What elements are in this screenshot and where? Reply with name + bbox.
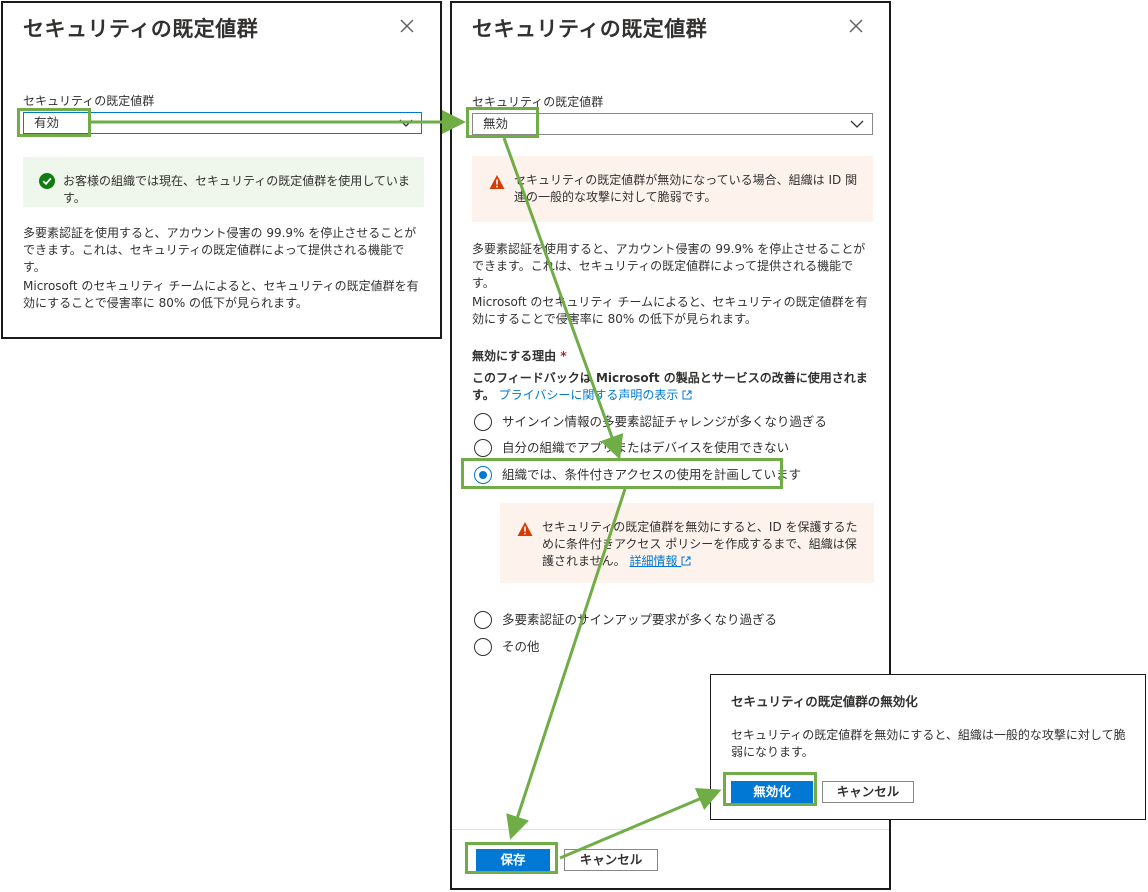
external-link-icon: [681, 556, 691, 566]
success-text: お客様の組織では現在、セキュリティの既定値群を使用しています。: [63, 174, 410, 205]
option-label: 多要素認証のサインアップ要求が多くなり過ぎる: [502, 612, 778, 627]
breach-stat-description: Microsoft のセキュリティ チームによると、セキュリティの既定値群を有効…: [472, 295, 868, 326]
breach-stat-description: Microsoft のセキュリティ チームによると、セキュリティの既定値群を有効…: [23, 279, 419, 310]
learn-more-text: 詳細情報: [629, 554, 678, 568]
security-defaults-panel-enabled: セキュリティの既定値群 セキュリティの既定値群 有効 お客様の組織では現在、セキ…: [1, 1, 442, 339]
option-label: その他: [502, 639, 540, 654]
privacy-link-text: プライバシーに関する声明の表示: [498, 388, 679, 402]
field-label: セキュリティの既定値群: [472, 95, 604, 109]
required-mark: *: [560, 349, 567, 363]
ca-warning-content: セキュリティの既定値群を無効にすると、ID を保護するために条件付きアクセス ポ…: [542, 519, 860, 570]
success-message-bar: お客様の組織では現在、セキュリティの既定値群を使用しています。: [23, 157, 424, 207]
mfa-description: 多要素認証を使用すると、アカウント侵害の 99.9% を停止させることができます…: [23, 226, 417, 274]
footer-divider: [452, 829, 889, 830]
mfa-description: 多要素認証を使用すると、アカウント侵害の 99.9% を停止させることができます…: [472, 242, 866, 290]
radio-button[interactable]: [474, 611, 492, 629]
dialog-cancel-button[interactable]: キャンセル: [822, 781, 914, 803]
feedback-notice: このフィードバックは Microsoft の製品とサービスの改善に使用されます。…: [472, 370, 873, 404]
radio-button[interactable]: [474, 413, 492, 431]
dropdown-value: 無効: [483, 116, 509, 131]
radio-button[interactable]: [474, 638, 492, 656]
close-icon[interactable]: [398, 17, 416, 35]
cancel-button[interactable]: キャンセル: [564, 849, 658, 871]
dropdown-value: 有効: [34, 115, 60, 130]
ca-warning-text: セキュリティの既定値群を無効にすると、ID を保護するために条件付きアクセス ポ…: [542, 520, 858, 568]
close-icon[interactable]: [847, 17, 865, 35]
save-button[interactable]: 保存: [476, 849, 550, 871]
reason-heading: 無効にする理由 *: [472, 348, 873, 365]
radio-button[interactable]: [474, 439, 492, 457]
learn-more-link[interactable]: 詳細情報: [629, 554, 691, 568]
warning-message-bar: セキュリティの既定値群が無効になっている場合、組織は ID 関連の一般的な攻撃に…: [472, 156, 873, 222]
field-label: セキュリティの既定値群: [23, 94, 155, 108]
warning-icon: [489, 175, 505, 189]
dialog-body: セキュリティの既定値群を無効にすると、組織は一般的な攻撃に対して脆弱になります。: [731, 728, 1126, 759]
radio-button-selected[interactable]: [474, 466, 492, 484]
external-link-icon: [682, 390, 692, 400]
panel-title: セキュリティの既定値群: [23, 17, 259, 41]
conditional-access-warning: セキュリティの既定値群を無効にすると、ID を保護するために条件付きアクセス ポ…: [500, 503, 874, 583]
warning-text: セキュリティの既定値群が無効になっている場合、組織は ID 関連の一般的な攻撃に…: [514, 173, 858, 204]
option-label: 組織では、条件付きアクセスの使用を計画しています: [502, 467, 802, 482]
security-defaults-dropdown[interactable]: 無効: [472, 113, 873, 135]
chevron-down-icon: [850, 120, 864, 128]
dialog-title: セキュリティの既定値群の無効化: [731, 694, 918, 709]
chevron-down-icon: [399, 119, 413, 127]
panel-title: セキュリティの既定値群: [472, 17, 708, 41]
warning-icon: [517, 522, 533, 536]
option-label: 自分の組織でアプリまたはデバイスを使用できない: [502, 440, 790, 455]
disable-confirmation-dialog: セキュリティの既定値群の無効化 セキュリティの既定値群を無効にすると、組織は一般…: [710, 674, 1146, 820]
privacy-link[interactable]: プライバシーに関する声明の表示: [499, 388, 693, 402]
disable-button[interactable]: 無効化: [731, 781, 813, 803]
checkmark-circle-icon: [39, 173, 55, 189]
security-defaults-dropdown[interactable]: 有効: [23, 112, 422, 134]
reason-label: 無効にする理由: [472, 349, 557, 363]
option-label: サインイン情報の多要素認証チャレンジが多くなり過ぎる: [502, 414, 827, 429]
